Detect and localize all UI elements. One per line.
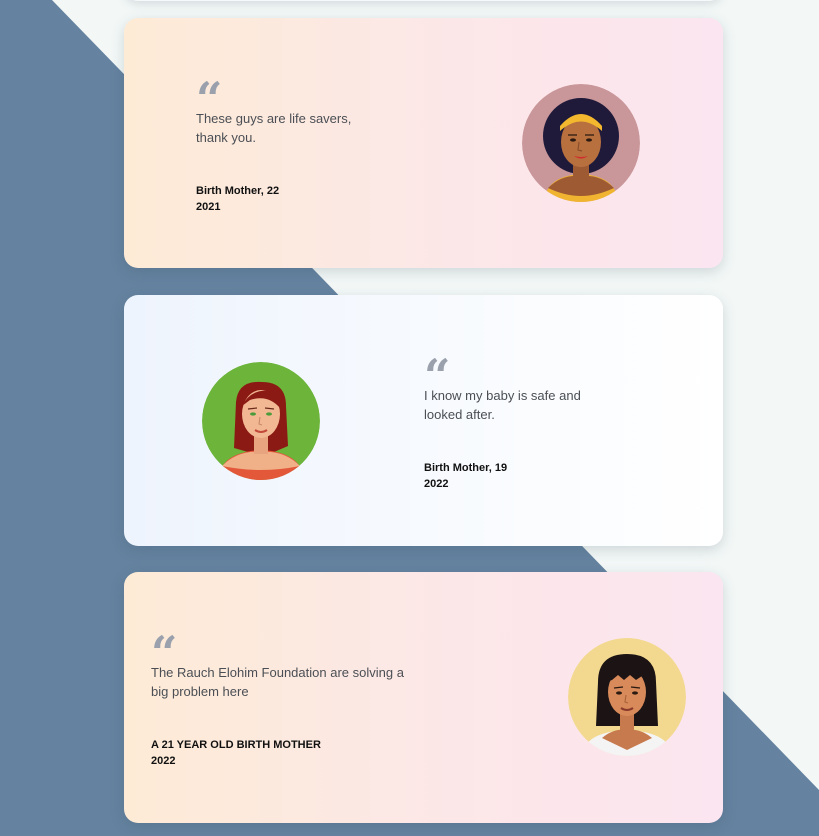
testimonial-year: 2021 [196,201,221,213]
quote-icon: “ [196,72,223,126]
testimonial-author: Birth Mother, 19 [424,462,508,474]
testimonial-card: “ The Rauch Elohim Foundation are solvin… [124,572,723,823]
testimonial-quote: These guys are life savers, thank you. [196,111,352,145]
testimonial-attribution: Birth Mother, 22 2021 [196,183,279,215]
previous-testimonial-card-edge [124,0,723,1]
testimonial-attribution: Birth Mother, 19 2022 [424,460,507,492]
quote-icon: “ [424,349,451,403]
testimonial-year: 2022 [424,478,449,490]
woman-avatar-black-hair-icon [568,638,686,756]
testimonial-attribution: A 21 YEAR OLD BIRTH MOTHER 2022 [151,737,321,769]
woman-avatar-headband-icon [522,84,640,202]
testimonial-card: “ I know my baby is safe and looked afte… [124,295,723,546]
testimonial-author: Birth Mother, 22 [196,185,280,197]
testimonial-quote: I know my baby is safe and looked after. [424,388,581,422]
woman-avatar-red-hair-icon [202,362,320,480]
quote-icon: “ [151,626,178,680]
testimonial-author: A 21 YEAR OLD BIRTH MOTHER [151,739,321,751]
testimonial-year: 2022 [151,755,176,767]
testimonial-quote: The Rauch Elohim Foundation are solving … [151,665,404,699]
testimonial-card: “ These guys are life savers, thank you.… [124,18,723,268]
